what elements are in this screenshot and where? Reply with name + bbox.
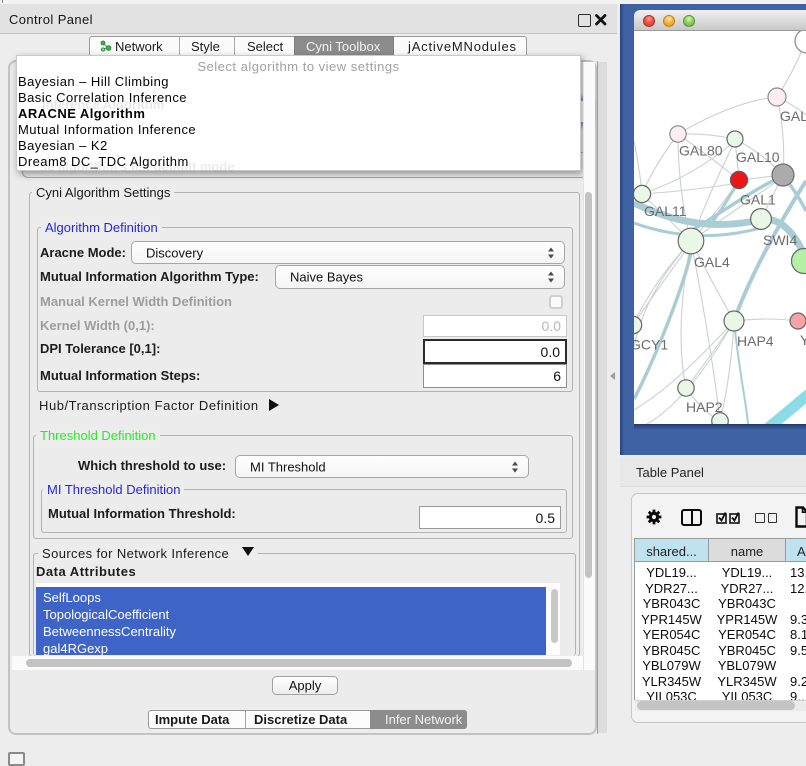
svg-text:GAL80: GAL80 <box>679 143 723 159</box>
svg-text:GAL1: GAL1 <box>740 192 776 208</box>
svg-text:GAL4: GAL4 <box>694 254 730 270</box>
svg-text:HAP4: HAP4 <box>737 333 774 349</box>
svg-text:YM: YM <box>800 332 806 348</box>
svg-text:GAL11: GAL11 <box>644 203 687 219</box>
svg-text:SWI4: SWI4 <box>763 232 797 248</box>
svg-text:GCY1: GCY1 <box>634 337 668 353</box>
svg-text:GAL7: GAL7 <box>780 108 806 124</box>
svg-text:HAP2: HAP2 <box>686 399 723 415</box>
svg-text:GAL10: GAL10 <box>736 149 780 165</box>
